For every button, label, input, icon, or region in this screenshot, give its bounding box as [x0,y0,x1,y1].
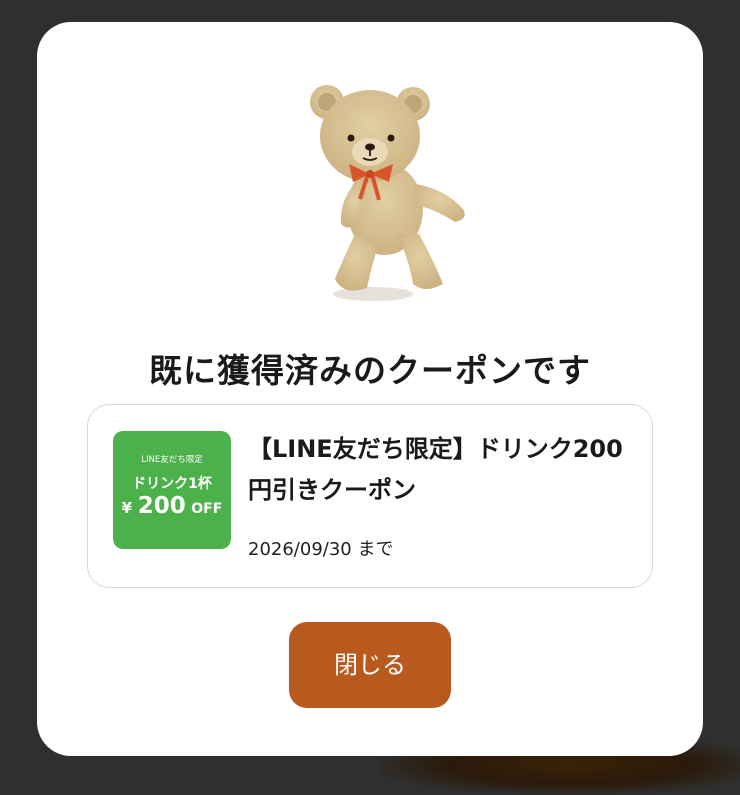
thumbnail-off: OFF [191,501,223,517]
coupon-expiry: 2026/09/30 まで [248,539,394,560]
thumbnail-currency: ¥ [121,499,133,517]
coupon-modal: 既に獲得済みのクーポンです LINE友だち限定 ドリンク1杯 ¥ 200 OFF… [37,22,703,756]
coupon-card[interactable]: LINE友だち限定 ドリンク1杯 ¥ 200 OFF 【LINE友だち限定】ドリ… [87,404,653,588]
thumbnail-item: ドリンク1杯 [132,476,212,492]
close-button[interactable]: 閉じる [289,622,451,708]
thumbnail-amount: 200 [137,493,186,519]
thumbnail-price: ¥ 200 OFF [113,493,231,519]
coupon-thumbnail: LINE友だち限定 ドリンク1杯 ¥ 200 OFF [113,431,231,549]
teddy-bear-icon [310,85,465,301]
modal-title: 既に獲得済みのクーポンです [149,351,591,390]
thumbnail-tag: LINE友だち限定 [141,455,203,465]
coupon-title: 【LINE友だち限定】ドリンク200円引きクーポン [248,435,623,504]
